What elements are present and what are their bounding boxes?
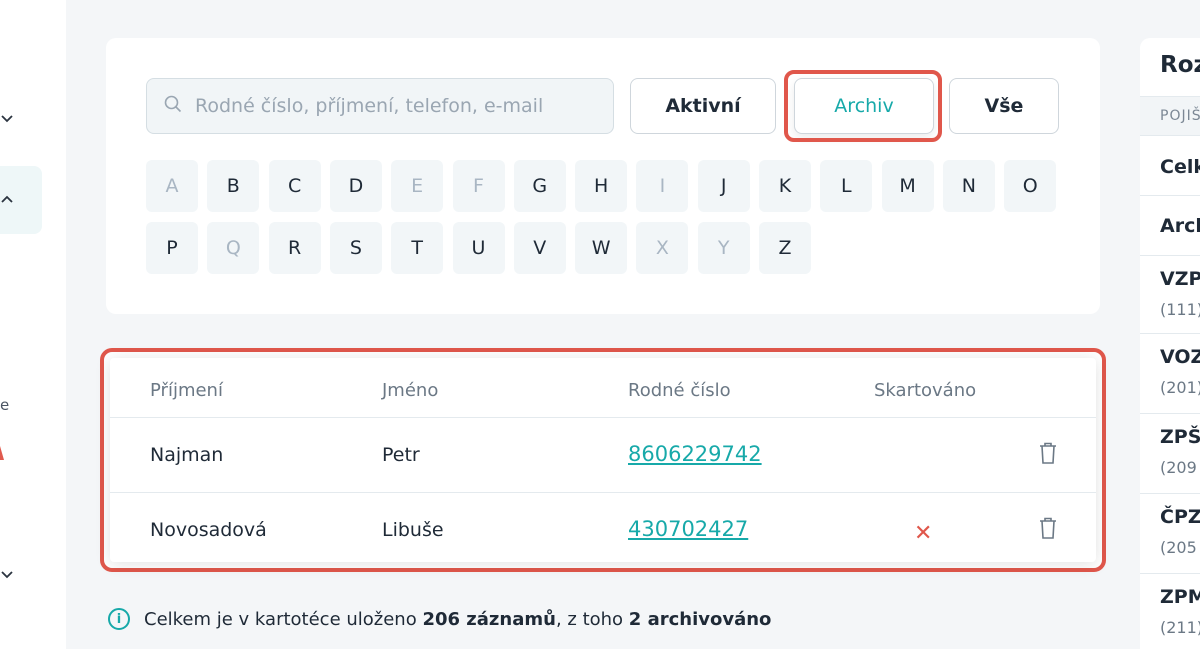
summary-prefix: Celkem je v kartotéce uloženo bbox=[144, 608, 417, 630]
search-card: Aktivní Archiv Vše ABCDEFGHIJKLMNO PQRSTU… bbox=[106, 38, 1100, 314]
cell-prijmeni: Novosadová bbox=[150, 519, 267, 541]
panel-item[interactable]: VOZ (201) bbox=[1140, 334, 1200, 414]
info-icon: i bbox=[108, 608, 130, 630]
rodne-cislo-link[interactable]: 8606229742 bbox=[628, 442, 762, 466]
letter-filter-m[interactable]: M bbox=[881, 160, 934, 212]
panel-item-count: (205 bbox=[1160, 538, 1197, 557]
letter-filter-i: I bbox=[636, 160, 689, 212]
results-table: Příjmení Jméno Rodné číslo Skartováno Na… bbox=[110, 358, 1096, 562]
letter-filter-j[interactable]: J bbox=[697, 160, 750, 212]
cell-jmeno: Libuše bbox=[382, 519, 444, 541]
panel-item[interactable]: ZPM (211) bbox=[1140, 574, 1200, 649]
letter-filter-z[interactable]: Z bbox=[759, 222, 811, 274]
letter-filter-x: X bbox=[636, 222, 689, 274]
panel-item[interactable]: ČPZ (205 bbox=[1140, 494, 1200, 574]
column-header-jmeno[interactable]: Jméno bbox=[382, 380, 438, 401]
table-row[interactable]: Najman Petr 8606229742 bbox=[110, 417, 1096, 491]
panel-item[interactable]: Celk bbox=[1140, 136, 1200, 196]
cell-prijmeni: Najman bbox=[150, 444, 224, 466]
panel-item-count: (201) bbox=[1160, 378, 1200, 397]
table-row[interactable]: Novosadová Libuše 430702427 ✕ bbox=[110, 492, 1096, 566]
letter-filter-y: Y bbox=[697, 222, 750, 274]
letter-filter-o[interactable]: O bbox=[1004, 160, 1057, 212]
panel-column-header: POJIŠ bbox=[1140, 96, 1200, 136]
summary-total: 206 záznamů bbox=[422, 608, 556, 630]
panel-item-count: (209 bbox=[1160, 458, 1197, 477]
sidebar-item-label: e bbox=[0, 396, 10, 414]
filter-vse-button[interactable]: Vše bbox=[949, 78, 1059, 134]
column-header-prijmeni[interactable]: Příjmení bbox=[150, 380, 223, 401]
panel-item-name: ZPM bbox=[1160, 586, 1200, 608]
sidebar-active-item[interactable] bbox=[0, 166, 42, 234]
panel-item[interactable]: Arch bbox=[1140, 196, 1200, 256]
panel-item-count: (111) bbox=[1160, 300, 1200, 319]
letter-filter-e: E bbox=[391, 160, 444, 212]
letter-filter-d[interactable]: D bbox=[329, 160, 382, 212]
search-input[interactable] bbox=[195, 95, 613, 117]
letter-filter-f: F bbox=[452, 160, 505, 212]
letter-filter-c[interactable]: C bbox=[268, 160, 321, 212]
delete-trash-icon[interactable] bbox=[1036, 515, 1060, 541]
letter-filter-q: Q bbox=[207, 222, 260, 274]
letter-filter-h[interactable]: H bbox=[575, 160, 628, 212]
chevron-down-icon[interactable] bbox=[0, 566, 16, 582]
letter-filter-l[interactable]: L bbox=[820, 160, 873, 212]
delete-trash-icon[interactable] bbox=[1036, 440, 1060, 466]
search-field[interactable] bbox=[146, 78, 614, 134]
search-icon bbox=[163, 94, 195, 118]
panel-header-label: POJIŠ bbox=[1160, 108, 1200, 124]
column-header-rodne-cislo[interactable]: Rodné číslo bbox=[628, 380, 731, 401]
rodne-cislo-link[interactable]: 430702427 bbox=[628, 517, 748, 541]
filter-archiv-button[interactable]: Archiv bbox=[794, 78, 934, 134]
letter-filter-r[interactable]: R bbox=[268, 222, 321, 274]
filter-aktivni-button[interactable]: Aktivní bbox=[630, 78, 776, 134]
cell-jmeno: Petr bbox=[382, 444, 420, 466]
summary-middle: , z toho bbox=[555, 608, 624, 630]
panel-item-name: ČPZ bbox=[1160, 506, 1200, 528]
letter-filter-w[interactable]: W bbox=[575, 222, 628, 274]
letter-filter-t[interactable]: T bbox=[391, 222, 444, 274]
panel-item[interactable]: VZP (111) bbox=[1140, 256, 1200, 334]
letter-filter-b[interactable]: B bbox=[207, 160, 260, 212]
panel-item-name: VOZ bbox=[1160, 346, 1200, 368]
records-summary: i Celkem je v kartotéce uloženo 206 zázn… bbox=[108, 608, 771, 630]
chevron-down-icon[interactable] bbox=[0, 110, 16, 126]
sidebar: e bbox=[0, 0, 66, 649]
letter-filter-s[interactable]: S bbox=[329, 222, 382, 274]
insurer-breakdown-panel: Roz POJIŠ Celk Arch VZP (111) VOZ (201) … bbox=[1140, 38, 1200, 649]
letter-filter-k[interactable]: K bbox=[759, 160, 811, 212]
panel-item-name: VZP bbox=[1160, 268, 1200, 290]
skartovano-x-icon: ✕ bbox=[914, 521, 933, 546]
column-header-skartovano[interactable]: Skartováno bbox=[874, 380, 976, 401]
panel-item-name: Celk bbox=[1160, 156, 1200, 178]
panel-title: Roz bbox=[1160, 52, 1200, 78]
letter-filter-a: A bbox=[146, 160, 198, 212]
panel-item-count: (211) bbox=[1160, 618, 1200, 637]
letter-filter-n[interactable]: N bbox=[942, 160, 995, 212]
panel-item[interactable]: ZPŠ (209 bbox=[1140, 414, 1200, 494]
results-highlight-frame: Příjmení Jméno Rodné číslo Skartováno Na… bbox=[100, 348, 1106, 572]
summary-archived: 2 archivováno bbox=[628, 608, 772, 630]
chevron-up-icon[interactable] bbox=[0, 192, 16, 208]
panel-item-name: ZPŠ bbox=[1160, 426, 1200, 448]
letter-filter-p[interactable]: P bbox=[146, 222, 198, 274]
panel-item-name: Arch bbox=[1160, 215, 1200, 237]
letter-filter-u[interactable]: U bbox=[452, 222, 505, 274]
letter-filter-g[interactable]: G bbox=[513, 160, 566, 212]
letter-filter-v[interactable]: V bbox=[513, 222, 566, 274]
alert-icon bbox=[0, 446, 4, 460]
